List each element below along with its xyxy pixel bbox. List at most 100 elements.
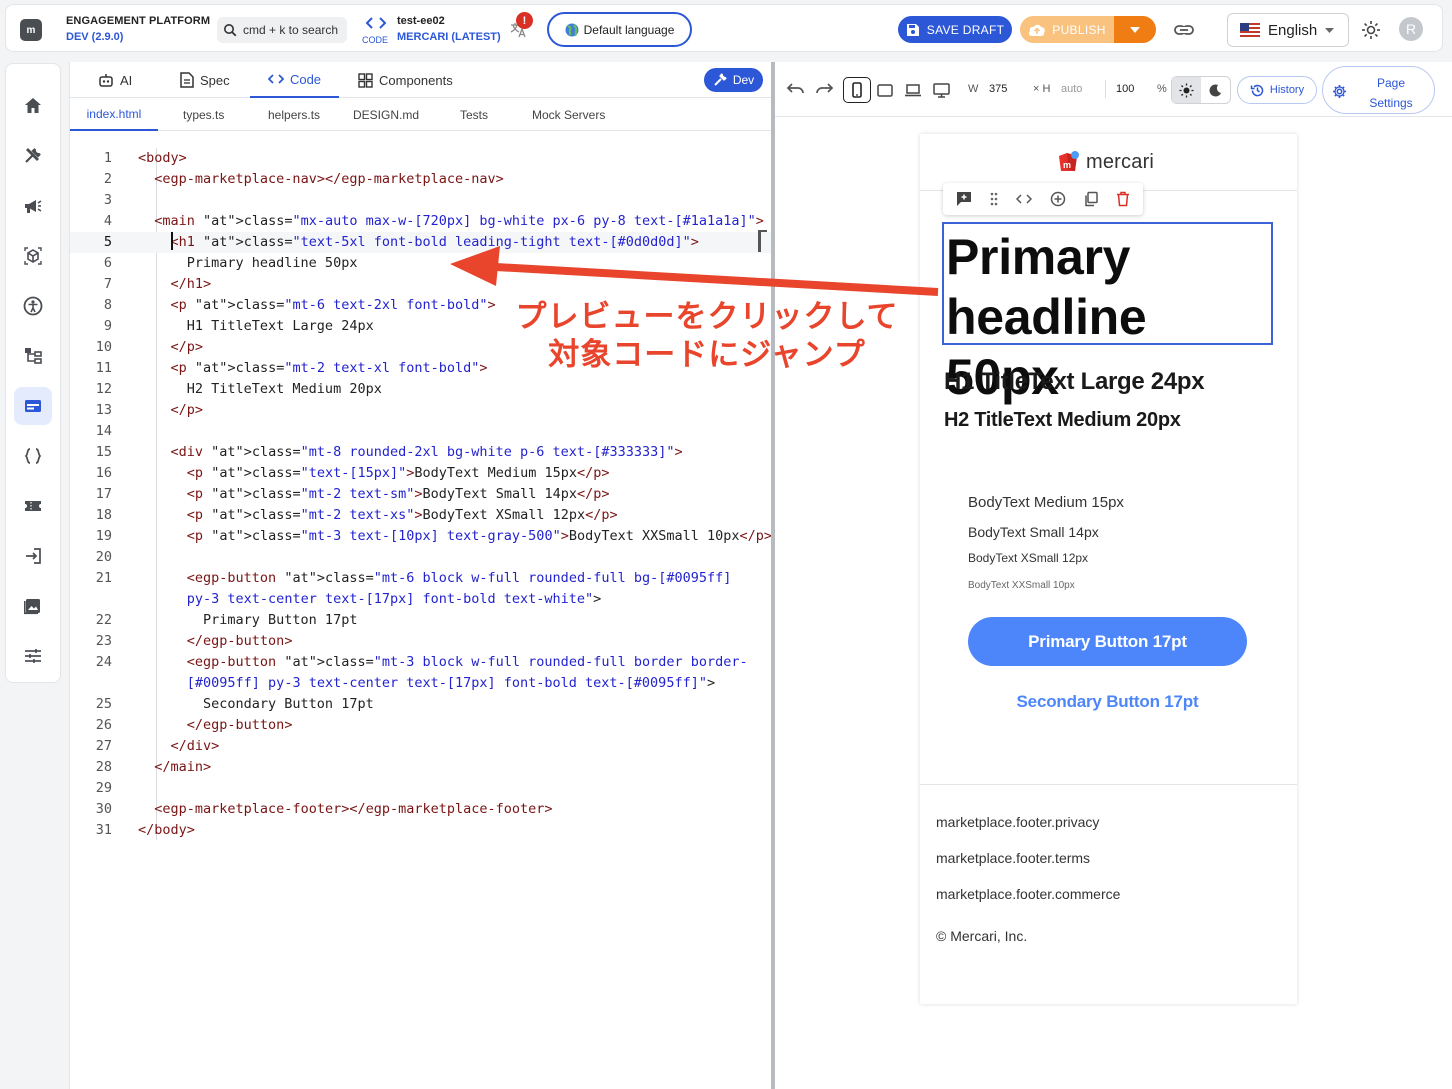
page-settings-button[interactable]: Page Settings — [1322, 66, 1435, 114]
scrollbar-marker[interactable] — [758, 230, 767, 252]
device-tablet-button[interactable] — [871, 77, 899, 103]
warning-badge[interactable]: ! — [516, 12, 533, 29]
svg-text:m: m — [1063, 160, 1071, 170]
dev-mode-button[interactable]: Dev — [704, 68, 763, 92]
code-line[interactable]: 31 </body> — [70, 820, 772, 841]
primary-button[interactable]: Primary Button 17pt — [968, 617, 1247, 666]
device-laptop-button[interactable] — [899, 77, 927, 103]
body-text-medium[interactable]: BodyText Medium 15px — [968, 494, 1124, 511]
file-tab-mock-servers[interactable]: Mock Servers — [532, 99, 605, 131]
body-text-xxsmall[interactable]: BodyText XXSmall 10px — [968, 580, 1075, 591]
title-text-large[interactable]: H1 TitleText Large 24px — [944, 368, 1205, 396]
publish-dropdown-button[interactable] — [1114, 16, 1156, 43]
code-line[interactable]: 23 </egp-button> — [70, 631, 772, 652]
code-line[interactable]: 20 — [70, 547, 772, 568]
code-line[interactable]: 26 </egp-button> — [70, 715, 772, 736]
code-line[interactable]: 15 <div "at">class="mt-8 rounded-2xl bg-… — [70, 442, 772, 463]
redo-icon[interactable] — [815, 82, 833, 96]
code-line[interactable]: 6 Primary headline 50px — [70, 253, 772, 274]
code-line[interactable]: 25 Secondary Button 17pt — [70, 694, 772, 715]
tab-components[interactable]: Components — [358, 62, 453, 98]
sidebar-item-tools[interactable] — [14, 137, 52, 175]
height-input[interactable]: auto — [1061, 83, 1082, 95]
device-desktop-button[interactable] — [927, 77, 955, 103]
history-button[interactable]: History — [1237, 76, 1317, 104]
code-line[interactable]: 21 <egp-button "at">class="mt-6 block w-… — [70, 568, 772, 589]
language-select[interactable]: English — [1227, 13, 1349, 47]
add-circle-icon[interactable] — [1050, 191, 1066, 207]
duplicate-icon[interactable] — [1083, 191, 1099, 207]
code-line[interactable]: 3 — [70, 190, 772, 211]
publish-button[interactable]: PUBLISH — [1020, 16, 1114, 43]
code-line[interactable]: py-3 text-center text-[17px] font-bold t… — [70, 589, 772, 610]
code-line[interactable]: 13 </p> — [70, 400, 772, 421]
app-logo[interactable]: m — [20, 19, 42, 41]
user-avatar[interactable]: R — [1399, 17, 1423, 41]
tab-ai[interactable]: AI — [98, 62, 132, 98]
code-line[interactable]: 28 </main> — [70, 757, 772, 778]
code-line[interactable]: 2 <egp-marketplace-nav></egp-marketplace… — [70, 169, 772, 190]
code-line[interactable]: [#0095ff] py-3 text-center text-[17px] f… — [70, 673, 772, 694]
zoom-input[interactable]: 100 — [1116, 83, 1134, 95]
body-text-xsmall[interactable]: BodyText XSmall 12px — [968, 551, 1088, 565]
file-tab-tests[interactable]: Tests — [460, 99, 488, 131]
title-text-medium[interactable]: H2 TitleText Medium 20px — [944, 409, 1181, 432]
code-line[interactable]: 18 <p "at">class="mt-2 text-xs">BodyText… — [70, 505, 772, 526]
code-line[interactable]: 7 </h1> — [70, 274, 772, 295]
footer-link-privacy[interactable]: marketplace.footer.privacy — [936, 814, 1099, 830]
search-input[interactable]: cmd + k to search — [217, 17, 347, 43]
code-line[interactable]: 22 Primary Button 17pt — [70, 610, 772, 631]
code-line[interactable]: 19 <p "at">class="mt-3 text-[10px] text-… — [70, 526, 772, 547]
undo-icon[interactable] — [787, 82, 805, 96]
code-line[interactable]: 5 <h1 "at">class="text-5xl font-bold lea… — [70, 232, 772, 253]
code-line[interactable]: 16 <p "at">class="text-[15px]">BodyText … — [70, 463, 772, 484]
code-icon[interactable] — [1016, 193, 1033, 205]
line-number: 29 — [95, 780, 112, 796]
footer-link-commerce[interactable]: marketplace.footer.commerce — [936, 886, 1120, 902]
sidebar-item-campaigns[interactable] — [14, 187, 52, 225]
sidebar-item-modules[interactable] — [14, 237, 52, 275]
sidebar-item-accessibility[interactable] — [14, 287, 52, 325]
file-tab-helpers-ts[interactable]: helpers.ts — [268, 99, 320, 131]
code-line[interactable]: 1 <body> — [70, 148, 772, 169]
code-line[interactable]: 17 <p "at">class="mt-2 text-sm">BodyText… — [70, 484, 772, 505]
code-line[interactable]: 27 </div> — [70, 736, 772, 757]
link-icon[interactable] — [1173, 19, 1195, 41]
theme-sun-icon[interactable] — [1360, 19, 1382, 41]
sidebar-item-entry[interactable] — [14, 537, 52, 575]
sidebar-item-images[interactable] — [14, 587, 52, 625]
save-draft-button[interactable]: SAVE DRAFT — [898, 16, 1012, 43]
add-comment-icon[interactable] — [956, 191, 972, 207]
sidebar-item-pages[interactable] — [14, 387, 52, 425]
file-tab-types-ts[interactable]: types.ts — [183, 99, 224, 131]
sidebar-item-flows[interactable] — [14, 337, 52, 375]
code-area[interactable]: 1 <body> 2 <egp-marketplace-nav></egp-mark… — [70, 148, 772, 848]
sidebar-item-variables[interactable] — [14, 437, 52, 475]
body-text-small[interactable]: BodyText Small 14px — [968, 524, 1099, 540]
delete-icon[interactable] — [1116, 191, 1130, 207]
file-tab-index-html[interactable]: index.html — [70, 99, 158, 131]
secondary-button[interactable]: Secondary Button 17pt — [968, 679, 1247, 724]
code-line[interactable]: 12 H2 TitleText Medium 20px — [70, 379, 772, 400]
sidebar-item-home[interactable] — [14, 87, 52, 125]
tab-spec[interactable]: Spec — [180, 62, 230, 98]
code-line[interactable]: 14 — [70, 421, 772, 442]
tab-code[interactable]: Code — [250, 62, 339, 98]
device-mobile-button[interactable] — [843, 77, 871, 103]
code-line[interactable]: 4 <main "at">class="mx-auto max-w-[720px… — [70, 211, 772, 232]
code-line[interactable]: 24 <egp-button "at">class="mt-3 block w-… — [70, 652, 772, 673]
code-text: <egp-button "at">class="mt-3 block w-ful… — [186, 654, 748, 670]
brand-logo[interactable]: m mercari — [1055, 149, 1154, 175]
footer-link-terms[interactable]: marketplace.footer.terms — [936, 850, 1090, 866]
dark-theme-button[interactable] — [1201, 77, 1230, 103]
default-language-button[interactable]: Default language — [547, 12, 692, 47]
file-tab-design-md[interactable]: DESIGN.md — [353, 99, 419, 131]
code-line[interactable]: 30 <egp-marketplace-footer></egp-marketp… — [70, 799, 772, 820]
code-line[interactable]: 29 — [70, 778, 772, 799]
light-theme-button[interactable] — [1172, 77, 1201, 103]
selected-element-outline[interactable]: Primary headline 50px — [942, 222, 1273, 405]
drag-handle-icon[interactable] — [989, 192, 999, 206]
sidebar-item-coupons[interactable] — [14, 487, 52, 525]
width-input[interactable]: 375 — [989, 83, 1007, 95]
sidebar-item-settings[interactable] — [14, 637, 52, 675]
